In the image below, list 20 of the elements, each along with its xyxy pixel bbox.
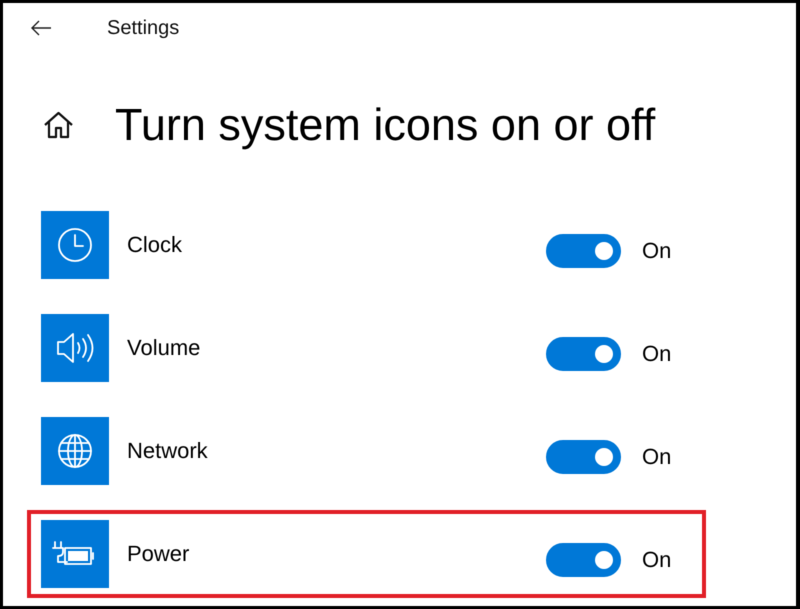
toggle-state-label: On [642,340,672,368]
plug-battery-icon [41,520,109,588]
toggle-switch[interactable] [546,440,621,474]
toggle-switch[interactable] [546,337,621,371]
toggle-state-label: On [642,237,672,265]
setting-label: Clock [127,231,184,259]
toggle-state-label: On [642,546,672,574]
setting-label: Network [127,437,209,465]
home-icon[interactable] [43,111,74,139]
toggle-switch[interactable] [546,543,621,577]
speaker-icon [41,314,109,382]
page-title: Turn system icons on or off [115,98,656,152]
setting-label: Volume [127,334,202,362]
toggle-state-label: On [642,443,672,471]
toggle-switch[interactable] [546,234,621,268]
setting-label: Power [127,540,190,568]
back-arrow-icon[interactable] [30,20,52,36]
globe-icon [41,417,109,485]
window-title: Settings [107,16,180,41]
clock-icon [41,211,109,279]
